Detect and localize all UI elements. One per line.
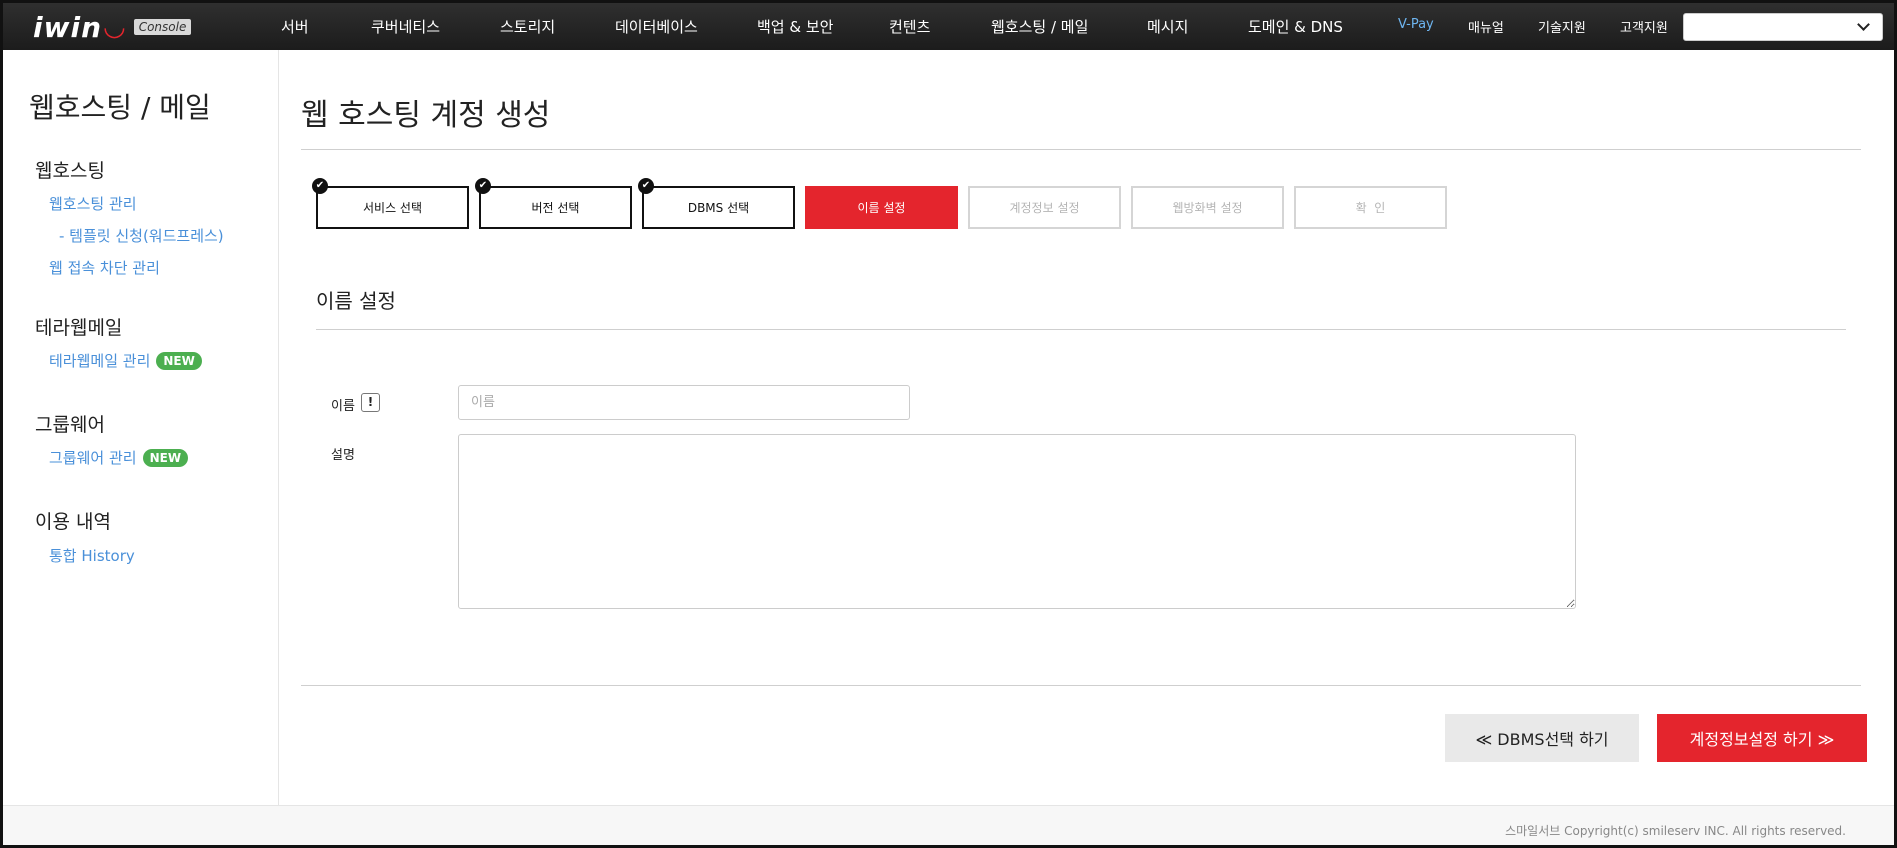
chevron-down-icon [1857,18,1870,31]
nav-item-customer-support[interactable]: 고객지원 [1620,17,1668,36]
step-label: 이름 설정 [857,201,906,215]
step-label: DBMS 선택 [687,201,750,215]
step-version-select[interactable]: ✔ 버전 선택 [475,178,632,229]
step-dbms-select[interactable]: ✔ DBMS 선택 [638,178,795,229]
form-divider [301,685,1861,686]
step-label: 계정정보 설정 [1009,201,1080,215]
top-nav-bar: iwin ◡ Console 서버 쿠버네티스 스토리지 데이터베이스 백업 &… [3,3,1894,50]
sidebar-link-groupware-manage[interactable]: 그룹웨어 관리 NEW [49,447,189,468]
sidebar: 웹호스팅 / 메일 웹호스팅 웹호스팅 관리 - 템플릿 신청(워드프레스) 웹… [3,50,279,805]
sidebar-link-webhosting-manage[interactable]: 웹호스팅 관리 [49,193,137,214]
step-name-setting[interactable]: 이름 설정 [805,186,958,229]
step-account-info: 계정정보 설정 [968,186,1121,229]
logo-text: iwin [33,10,102,44]
step-confirm: 확 인 [1294,186,1447,229]
nav-item-backup-security[interactable]: 백업 & 보안 [757,16,833,37]
new-badge: NEW [156,352,202,370]
step-web-firewall: 웹방화벽 설정 [1131,186,1284,229]
step-label: 버전 선택 [531,201,580,215]
sidebar-group-groupware: 그룹웨어 [35,414,105,436]
new-badge: NEW [142,449,189,467]
check-icon: ✔ [312,178,328,194]
prev-dbms-select-button[interactable]: ≪ DBMS선택 하기 [1445,714,1639,762]
page-title: 웹 호스팅 계정 생성 [301,98,551,133]
step-label: 확 인 [1355,201,1386,215]
footer: 스마일서브 Copyright(c) smileserv INC. All ri… [3,805,1894,845]
nav-item-domain-dns[interactable]: 도메인 & DNS [1248,16,1343,37]
section-title: 이름 설정 [316,289,396,313]
nav-item-webhosting-mail[interactable]: 웹호스팅 / 메일 [991,16,1088,37]
sidebar-link-groupware-label: 그룹웨어 관리 [49,449,137,467]
sidebar-link-history[interactable]: 통합 History [49,545,135,566]
step-service-select[interactable]: ✔ 서비스 선택 [312,178,469,229]
sidebar-group-webhosting: 웹호스팅 [35,160,105,182]
logo-smile-icon: ◡ [103,12,126,42]
sidebar-link-web-block[interactable]: 웹 접속 차단 관리 [49,257,160,278]
logo[interactable]: iwin ◡ Console [33,9,192,45]
title-divider [301,149,1861,150]
step-label: 웹방화벽 설정 [1172,201,1243,215]
next-account-info-button[interactable]: 계정정보설정 하기 ≫ [1657,714,1867,762]
nav-item-manual[interactable]: 매뉴얼 [1468,17,1504,36]
nav-item-vpay[interactable]: V-Pay [1398,17,1434,32]
step-label: 서비스 선택 [362,201,422,215]
nav-item-tech-support[interactable]: 기술지원 [1538,17,1586,36]
description-label: 설명 [331,448,355,463]
section-divider [316,329,1846,330]
check-icon: ✔ [638,178,654,194]
sidebar-group-usage-history: 이용 내역 [35,511,111,533]
sidebar-link-terawebmail-manage[interactable]: 테라웹메일 관리 NEW [49,350,202,371]
sidebar-link-template-wordpress[interactable]: - 템플릿 신청(워드프레스) [59,225,224,246]
name-input[interactable] [458,385,910,420]
account-select[interactable] [1683,13,1883,41]
nav-item-contents[interactable]: 컨텐츠 [889,16,930,37]
nav-item-kubernetes[interactable]: 쿠버네티스 [371,16,440,37]
sidebar-link-terawebmail-label: 테라웹메일 관리 [49,352,151,370]
copyright-text: 스마일서브 Copyright(c) smileserv INC. All ri… [1505,824,1846,838]
console-badge: Console [133,19,192,35]
nav-item-message[interactable]: 메시지 [1147,16,1188,37]
info-icon[interactable]: ! [361,393,380,412]
nav-item-server[interactable]: 서버 [281,16,309,37]
name-label: 이름 [331,399,355,414]
nav-item-database[interactable]: 데이터베이스 [615,16,698,37]
sidebar-group-terawebmail: 테라웹메일 [35,317,123,339]
nav-item-storage[interactable]: 스토리지 [500,16,555,37]
sidebar-title: 웹호스팅 / 메일 [29,91,211,124]
check-icon: ✔ [475,178,491,194]
description-textarea[interactable] [458,434,1576,609]
